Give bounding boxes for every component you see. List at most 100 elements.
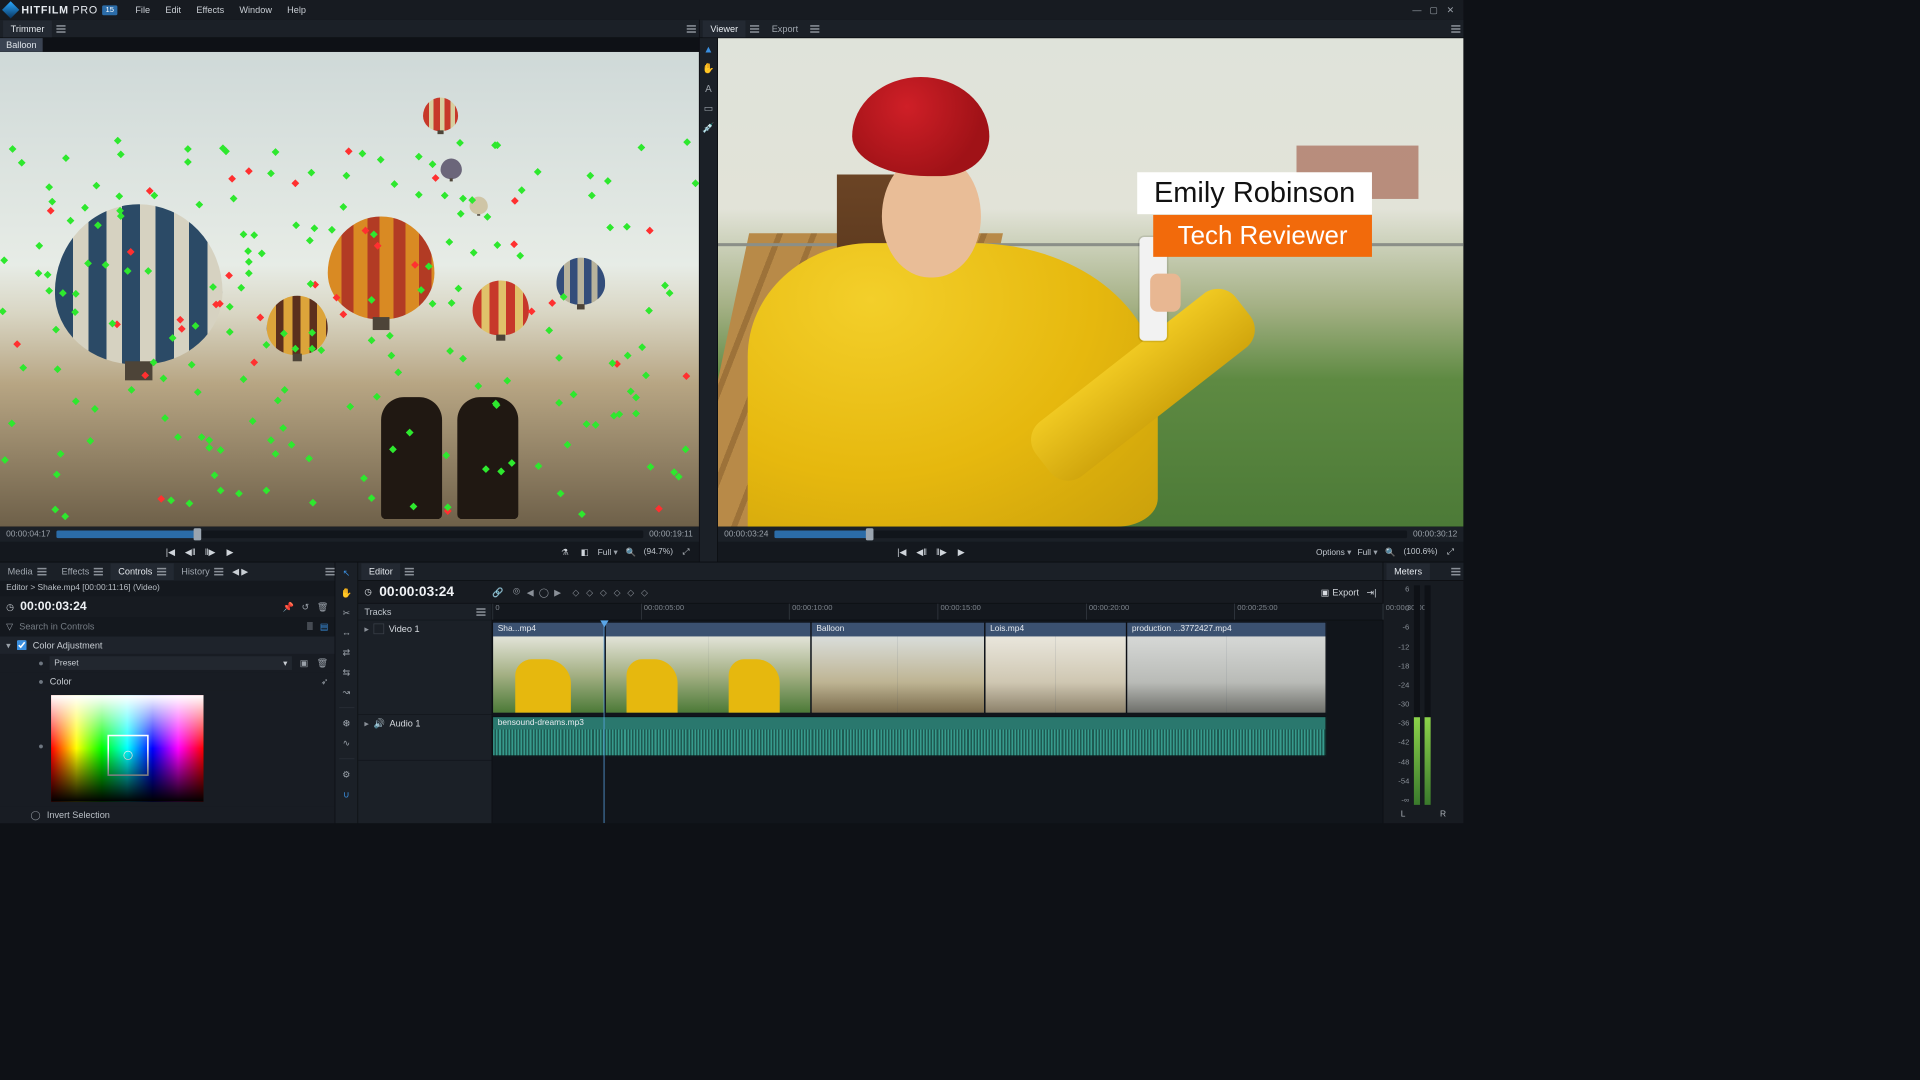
effect-color-adjustment[interactable]: ▾ Color Adjustment bbox=[0, 636, 335, 654]
editor-timecode[interactable]: 00:00:03:24 bbox=[379, 584, 454, 600]
audio-track-header[interactable]: ▸ 🔊 Audio 1 bbox=[358, 715, 491, 761]
eyedropper-icon[interactable]: 💉 bbox=[702, 122, 714, 134]
keyframe-dot-icon[interactable]: ● bbox=[38, 658, 44, 669]
tab-viewer[interactable]: Viewer bbox=[703, 20, 746, 37]
track-visible-toggle[interactable] bbox=[374, 623, 385, 634]
panel-menu-icon[interactable] bbox=[157, 568, 166, 576]
auto-adjust-icon[interactable]: ∿ bbox=[340, 737, 354, 749]
panel-menu-icon[interactable] bbox=[37, 568, 46, 576]
overlay-mode-icon[interactable]: ⚗ bbox=[558, 545, 572, 559]
minimize-button[interactable]: — bbox=[1412, 5, 1423, 16]
collapse-icon[interactable]: ▸ bbox=[364, 718, 369, 729]
prev-tab-button[interactable]: ◀ bbox=[231, 566, 240, 577]
video-clip[interactable]: production ...3772427.mp4 bbox=[1127, 622, 1327, 713]
mask-mode-icon[interactable]: ◧ bbox=[578, 545, 592, 559]
keyframe-dot-icon[interactable]: ● bbox=[38, 741, 44, 752]
tab-trimmer[interactable]: Trimmer bbox=[3, 20, 52, 37]
pin-icon[interactable]: 📌 bbox=[283, 601, 294, 612]
color-picker[interactable] bbox=[51, 695, 203, 802]
step-fwd-button[interactable]: ‖▶ bbox=[203, 545, 217, 559]
step-fwd-button[interactable]: ‖▶ bbox=[935, 545, 949, 559]
panel-menu-icon[interactable] bbox=[405, 567, 414, 575]
diamond-icon[interactable]: ◇ bbox=[598, 587, 609, 598]
play-button[interactable]: ▶ bbox=[223, 545, 237, 559]
quality-dropdown[interactable]: Full bbox=[1357, 547, 1377, 557]
diamond-icon[interactable]: ◇ bbox=[639, 587, 650, 598]
tab-history[interactable]: History bbox=[174, 563, 231, 580]
trimmer-viewport[interactable] bbox=[0, 52, 699, 527]
viewer-scrub-track[interactable] bbox=[774, 530, 1406, 538]
close-button[interactable]: ✕ bbox=[1445, 5, 1456, 16]
save-preset-icon[interactable]: ▣ bbox=[298, 658, 310, 669]
eyedropper-icon[interactable]: ➶ bbox=[321, 676, 329, 687]
snap-icon[interactable]: ❆ bbox=[340, 717, 354, 729]
panel-menu-icon[interactable] bbox=[325, 568, 334, 576]
prev-frame-button[interactable]: |◀ bbox=[164, 545, 178, 559]
magnet-icon[interactable]: ∪ bbox=[340, 788, 354, 800]
effect-enabled-checkbox[interactable] bbox=[17, 640, 27, 650]
filter-icon[interactable]: ▽ bbox=[6, 621, 13, 632]
grid-view-icon[interactable]: ▤ bbox=[320, 621, 329, 632]
play-button[interactable]: ▶ bbox=[954, 545, 968, 559]
panel-menu-icon[interactable] bbox=[750, 25, 759, 33]
diamond-icon[interactable]: ◇ bbox=[571, 587, 582, 598]
select-tool-icon[interactable]: ▲ bbox=[702, 43, 714, 55]
speaker-icon[interactable]: 🔊 bbox=[374, 718, 385, 729]
video-clip[interactable]: Sha...mp4 bbox=[492, 622, 605, 713]
audio-clip[interactable]: bensound-dreams.mp3 bbox=[492, 716, 1326, 756]
settings-icon[interactable]: ⚙ bbox=[340, 768, 354, 780]
delete-icon[interactable]: 🗑 bbox=[317, 601, 329, 612]
keyframe-dot-icon[interactable]: ● bbox=[38, 676, 44, 687]
menu-edit[interactable]: Edit bbox=[158, 2, 189, 19]
color-cursor[interactable] bbox=[108, 735, 149, 776]
text-tool-icon[interactable]: A bbox=[702, 82, 714, 94]
tab-effects[interactable]: Effects bbox=[54, 563, 111, 580]
zoom-icon[interactable]: 🔍 bbox=[1384, 545, 1398, 559]
panel-menu-icon[interactable] bbox=[687, 25, 696, 33]
zoom-icon[interactable]: 🔍 bbox=[624, 545, 638, 559]
keyframe-circle-icon[interactable]: ◯ bbox=[30, 809, 40, 820]
video-clip[interactable]: Balloon bbox=[811, 622, 985, 713]
search-input[interactable]: Search in Controls bbox=[19, 621, 300, 632]
controls-timecode[interactable]: 00:00:03:24 bbox=[20, 600, 86, 614]
slice-tool-icon[interactable]: ✂ bbox=[340, 607, 354, 619]
ripple-tool-icon[interactable]: ⇄ bbox=[340, 646, 354, 658]
maximize-button[interactable]: ▢ bbox=[1428, 5, 1439, 16]
preset-dropdown[interactable]: Preset▾ bbox=[50, 656, 292, 670]
roll-tool-icon[interactable]: ⇆ bbox=[340, 666, 354, 678]
timeline[interactable]: 000:00:05:0000:00:10:0000:00:15:0000:00:… bbox=[492, 604, 1382, 824]
slip-tool-icon[interactable]: ↔ bbox=[340, 627, 354, 639]
panel-menu-icon[interactable] bbox=[214, 568, 223, 576]
menu-window[interactable]: Window bbox=[232, 2, 280, 19]
step-back-button[interactable]: ◀‖ bbox=[183, 545, 197, 559]
options-dropdown[interactable]: Options bbox=[1316, 547, 1351, 557]
video-clip[interactable] bbox=[605, 622, 811, 713]
diamond-icon[interactable]: ◇ bbox=[584, 587, 595, 598]
scrub-handle[interactable] bbox=[193, 528, 201, 540]
link-icon[interactable]: 🔗 bbox=[492, 587, 503, 598]
select-tool-icon[interactable]: ↖ bbox=[340, 567, 354, 579]
kf-prev-icon[interactable]: ◀ bbox=[525, 587, 536, 598]
video-track-header[interactable]: ▸ Video 1 bbox=[358, 620, 491, 715]
tab-export[interactable]: Export bbox=[764, 20, 806, 37]
panel-menu-icon[interactable] bbox=[57, 25, 66, 33]
panel-menu-icon[interactable] bbox=[476, 608, 485, 616]
collapse-icon[interactable]: ▸ bbox=[364, 623, 369, 634]
expand-icon[interactable]: ⤢ bbox=[679, 545, 693, 559]
delete-preset-icon[interactable]: 🗑 bbox=[316, 658, 328, 669]
next-tab-button[interactable]: ▶ bbox=[240, 566, 249, 577]
hand-tool-icon[interactable]: ✋ bbox=[340, 587, 354, 599]
playhead[interactable] bbox=[604, 620, 605, 823]
scrub-handle[interactable] bbox=[866, 528, 874, 540]
export-button[interactable]: ▣ Export bbox=[1321, 587, 1359, 598]
fit-timeline-icon[interactable]: ⇥| bbox=[1366, 587, 1376, 598]
prev-frame-button[interactable]: |◀ bbox=[895, 545, 909, 559]
panel-menu-icon[interactable] bbox=[94, 568, 103, 576]
trimmer-scrub-track[interactable] bbox=[56, 530, 643, 538]
hand-tool-icon[interactable]: ✋ bbox=[702, 63, 714, 75]
diamond-icon[interactable]: ◇ bbox=[625, 587, 636, 598]
video-clip[interactable]: Lois.mp4 bbox=[985, 622, 1127, 713]
kf-next-icon[interactable]: ▶ bbox=[552, 587, 563, 598]
rate-tool-icon[interactable]: ↝ bbox=[340, 686, 354, 698]
tab-media[interactable]: Media bbox=[0, 563, 54, 580]
